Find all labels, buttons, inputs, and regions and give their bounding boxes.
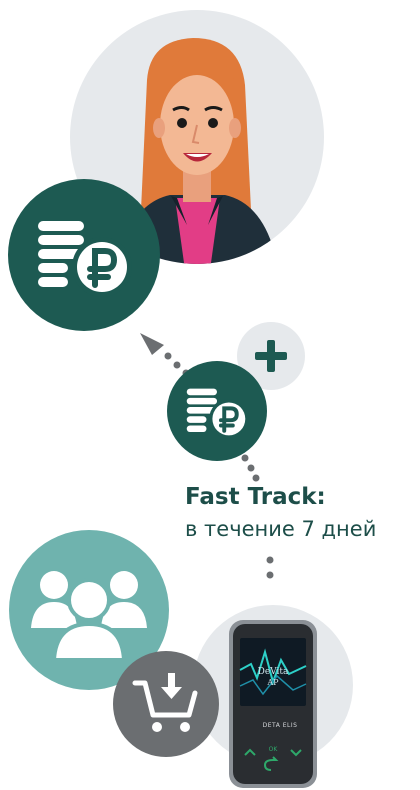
device-screen-model: AP bbox=[267, 678, 279, 687]
device-screen-brand: DeVita bbox=[257, 667, 289, 677]
cart-download-icon bbox=[113, 651, 219, 757]
device-ok-button: OK bbox=[268, 746, 278, 753]
coins-ruble-small-icon bbox=[167, 361, 267, 461]
device-label: DETA ELIS bbox=[262, 722, 298, 729]
coins-ruble-icon bbox=[8, 179, 160, 331]
fast-track-title: Fast Track: bbox=[185, 484, 326, 510]
fast-track-subtitle: в течение 7 дней bbox=[185, 517, 377, 541]
